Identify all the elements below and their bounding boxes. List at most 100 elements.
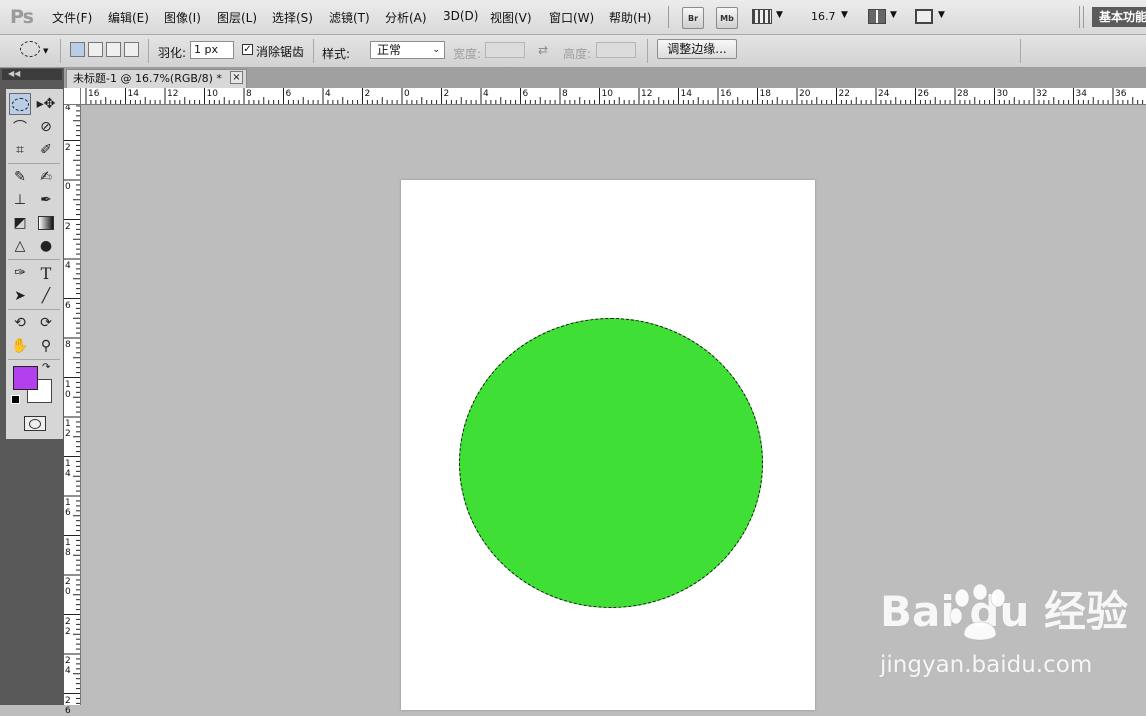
eyedropper-tool-icon[interactable]: ✐ [35, 139, 57, 161]
ruler-label: 32 [1036, 89, 1048, 99]
options-separator [313, 39, 314, 63]
antialias-checkbox[interactable]: ✓ [242, 44, 253, 55]
pen-tool-icon[interactable]: ✑ [9, 262, 31, 284]
menu-filter[interactable]: 滤镜(T) [329, 9, 370, 26]
menu-3d[interactable]: 3D(D) [443, 9, 478, 23]
line-tool-icon[interactable]: ╱ [35, 285, 57, 307]
chevron-down-icon[interactable]: ▼ [890, 10, 897, 20]
blur-tool-icon[interactable]: △ [9, 235, 31, 257]
default-colors-icon[interactable] [11, 395, 20, 404]
arrange-documents-icon[interactable] [868, 9, 886, 24]
brush-tool-icon[interactable]: ✍ [35, 166, 57, 188]
feather-input[interactable]: 1 px [190, 41, 234, 59]
quick-selection-tool-icon[interactable]: ⊘ [35, 116, 57, 138]
width-label: 宽度: [453, 47, 482, 61]
dodge-tool-icon[interactable]: ● [35, 235, 57, 257]
elliptical-marquee-icon[interactable] [20, 41, 40, 57]
ruler-label: 20 [799, 89, 811, 99]
ruler-label: 4 [483, 89, 489, 99]
menu-edit[interactable]: 编辑(E) [108, 9, 149, 26]
vertical-ruler: 4202468101214161820222426 [64, 103, 81, 716]
clone-stamp-icon[interactable]: ⊥ [9, 189, 31, 211]
ruler-label: 28 [957, 89, 969, 99]
ruler-label: 12 [167, 89, 179, 99]
intersect-selection-icon[interactable] [124, 42, 139, 57]
extras-icon[interactable] [752, 9, 772, 24]
subtract-from-selection-icon[interactable] [106, 42, 121, 57]
watermark-url: jingyan.baidu.com [880, 652, 1093, 678]
ruler-label: 12 [65, 419, 71, 439]
menu-view[interactable]: 视图(V) [490, 9, 532, 26]
menu-select[interactable]: 选择(S) [272, 9, 313, 26]
swap-dimensions-icon[interactable]: ⇄ [538, 43, 548, 57]
photoshop-logo: Ps [10, 6, 34, 28]
height-input[interactable] [596, 42, 636, 58]
screen-mode-icon[interactable] [915, 9, 933, 24]
add-to-selection-icon[interactable] [88, 42, 103, 57]
refine-edge-button[interactable]: 调整边缘... [657, 39, 737, 59]
close-tab-icon[interactable]: × [230, 71, 243, 84]
ruler-label: 8 [562, 89, 568, 99]
options-separator [647, 39, 648, 63]
type-tool-icon[interactable]: T [35, 262, 57, 284]
ruler-label: 2 [65, 142, 71, 153]
elliptical-marquee-tool-icon[interactable] [9, 93, 31, 115]
mini-bridge-button[interactable]: Mb [716, 7, 738, 29]
menu-help[interactable]: 帮助(H) [609, 9, 651, 26]
options-separator [148, 39, 149, 63]
ruler-label: 10 [601, 89, 613, 99]
zoom-tool-icon[interactable]: ⚲ [35, 335, 57, 357]
collapse-panel-icon[interactable]: ◀◀ [2, 69, 62, 80]
ruler-label: 4 [65, 261, 71, 271]
3d-rotate-icon[interactable]: ⟲ [9, 312, 31, 334]
move-tool-icon[interactable]: ▸✥ [35, 93, 57, 115]
gradient-tool-icon[interactable] [35, 212, 57, 234]
menu-file[interactable]: 文件(F) [52, 9, 92, 26]
ruler-label: 8 [65, 340, 71, 350]
ruler-label: 6 [285, 89, 292, 99]
zoom-level[interactable]: 16.7 [811, 10, 836, 23]
crop-tool-icon[interactable]: ⌗ [9, 139, 31, 161]
circle-selection[interactable] [459, 318, 763, 608]
toolbox-separator [8, 359, 60, 360]
ruler-label: 18 [65, 537, 71, 558]
ruler-label: 4 [325, 89, 331, 99]
lasso-tool-icon[interactable]: ⌒ [9, 116, 31, 138]
menu-layer[interactable]: 图层(L) [217, 9, 257, 26]
chevron-down-icon[interactable]: ▼ [841, 10, 848, 20]
style-select[interactable]: 正常 ⌄ [370, 41, 445, 59]
swap-colors-icon[interactable]: ↷ [42, 362, 50, 373]
new-selection-icon[interactable] [70, 42, 85, 57]
menu-analysis[interactable]: 分析(A) [385, 9, 427, 26]
document-tab[interactable]: 未标题-1 @ 16.7%(RGB/8) * [66, 69, 247, 88]
history-brush-icon[interactable]: ✒ [35, 189, 57, 211]
ruler-label: 14 [680, 89, 692, 99]
workspace-switcher[interactable]: 基本功能 [1092, 7, 1146, 27]
ruler-label: 2 [443, 89, 450, 99]
height-label: 高度: [563, 47, 592, 61]
width-input[interactable] [485, 42, 525, 58]
foreground-color-swatch[interactable] [13, 366, 38, 390]
chevron-down-icon[interactable]: ▼ [43, 47, 48, 55]
ruler-label: 16 [720, 89, 732, 99]
menu-image[interactable]: 图像(I) [164, 9, 201, 26]
ruler-label: 18 [759, 89, 771, 99]
path-selection-icon[interactable]: ➤ [9, 285, 31, 307]
chevron-down-icon[interactable]: ▼ [938, 10, 945, 20]
bridge-button[interactable]: Br [682, 7, 704, 29]
hand-tool-icon[interactable]: ✋ [9, 335, 31, 357]
chevron-down-icon[interactable]: ▼ [776, 10, 783, 20]
ruler-label: 24 [878, 89, 890, 99]
ruler-label: 24 [65, 656, 71, 676]
ruler-label: 8 [246, 89, 252, 99]
spot-healing-brush-icon[interactable]: ✎ [9, 166, 31, 188]
horizontal-ruler: 16 14 12 10 8 6 4 2 0 2 4 6 8 10 12 14 16 18 20 22 24 26 28 30 3… [64, 88, 1146, 105]
ruler-label: 14 [65, 458, 71, 479]
options-separator [60, 39, 61, 63]
menu-window[interactable]: 窗口(W) [549, 9, 594, 26]
style-value: 正常 [377, 43, 402, 57]
eraser-tool-icon[interactable]: ◩ [9, 212, 31, 234]
3d-orbit-icon[interactable]: ⟳ [35, 312, 57, 334]
quick-mask-icon[interactable] [24, 416, 46, 431]
ruler-label: 0 [404, 89, 410, 99]
